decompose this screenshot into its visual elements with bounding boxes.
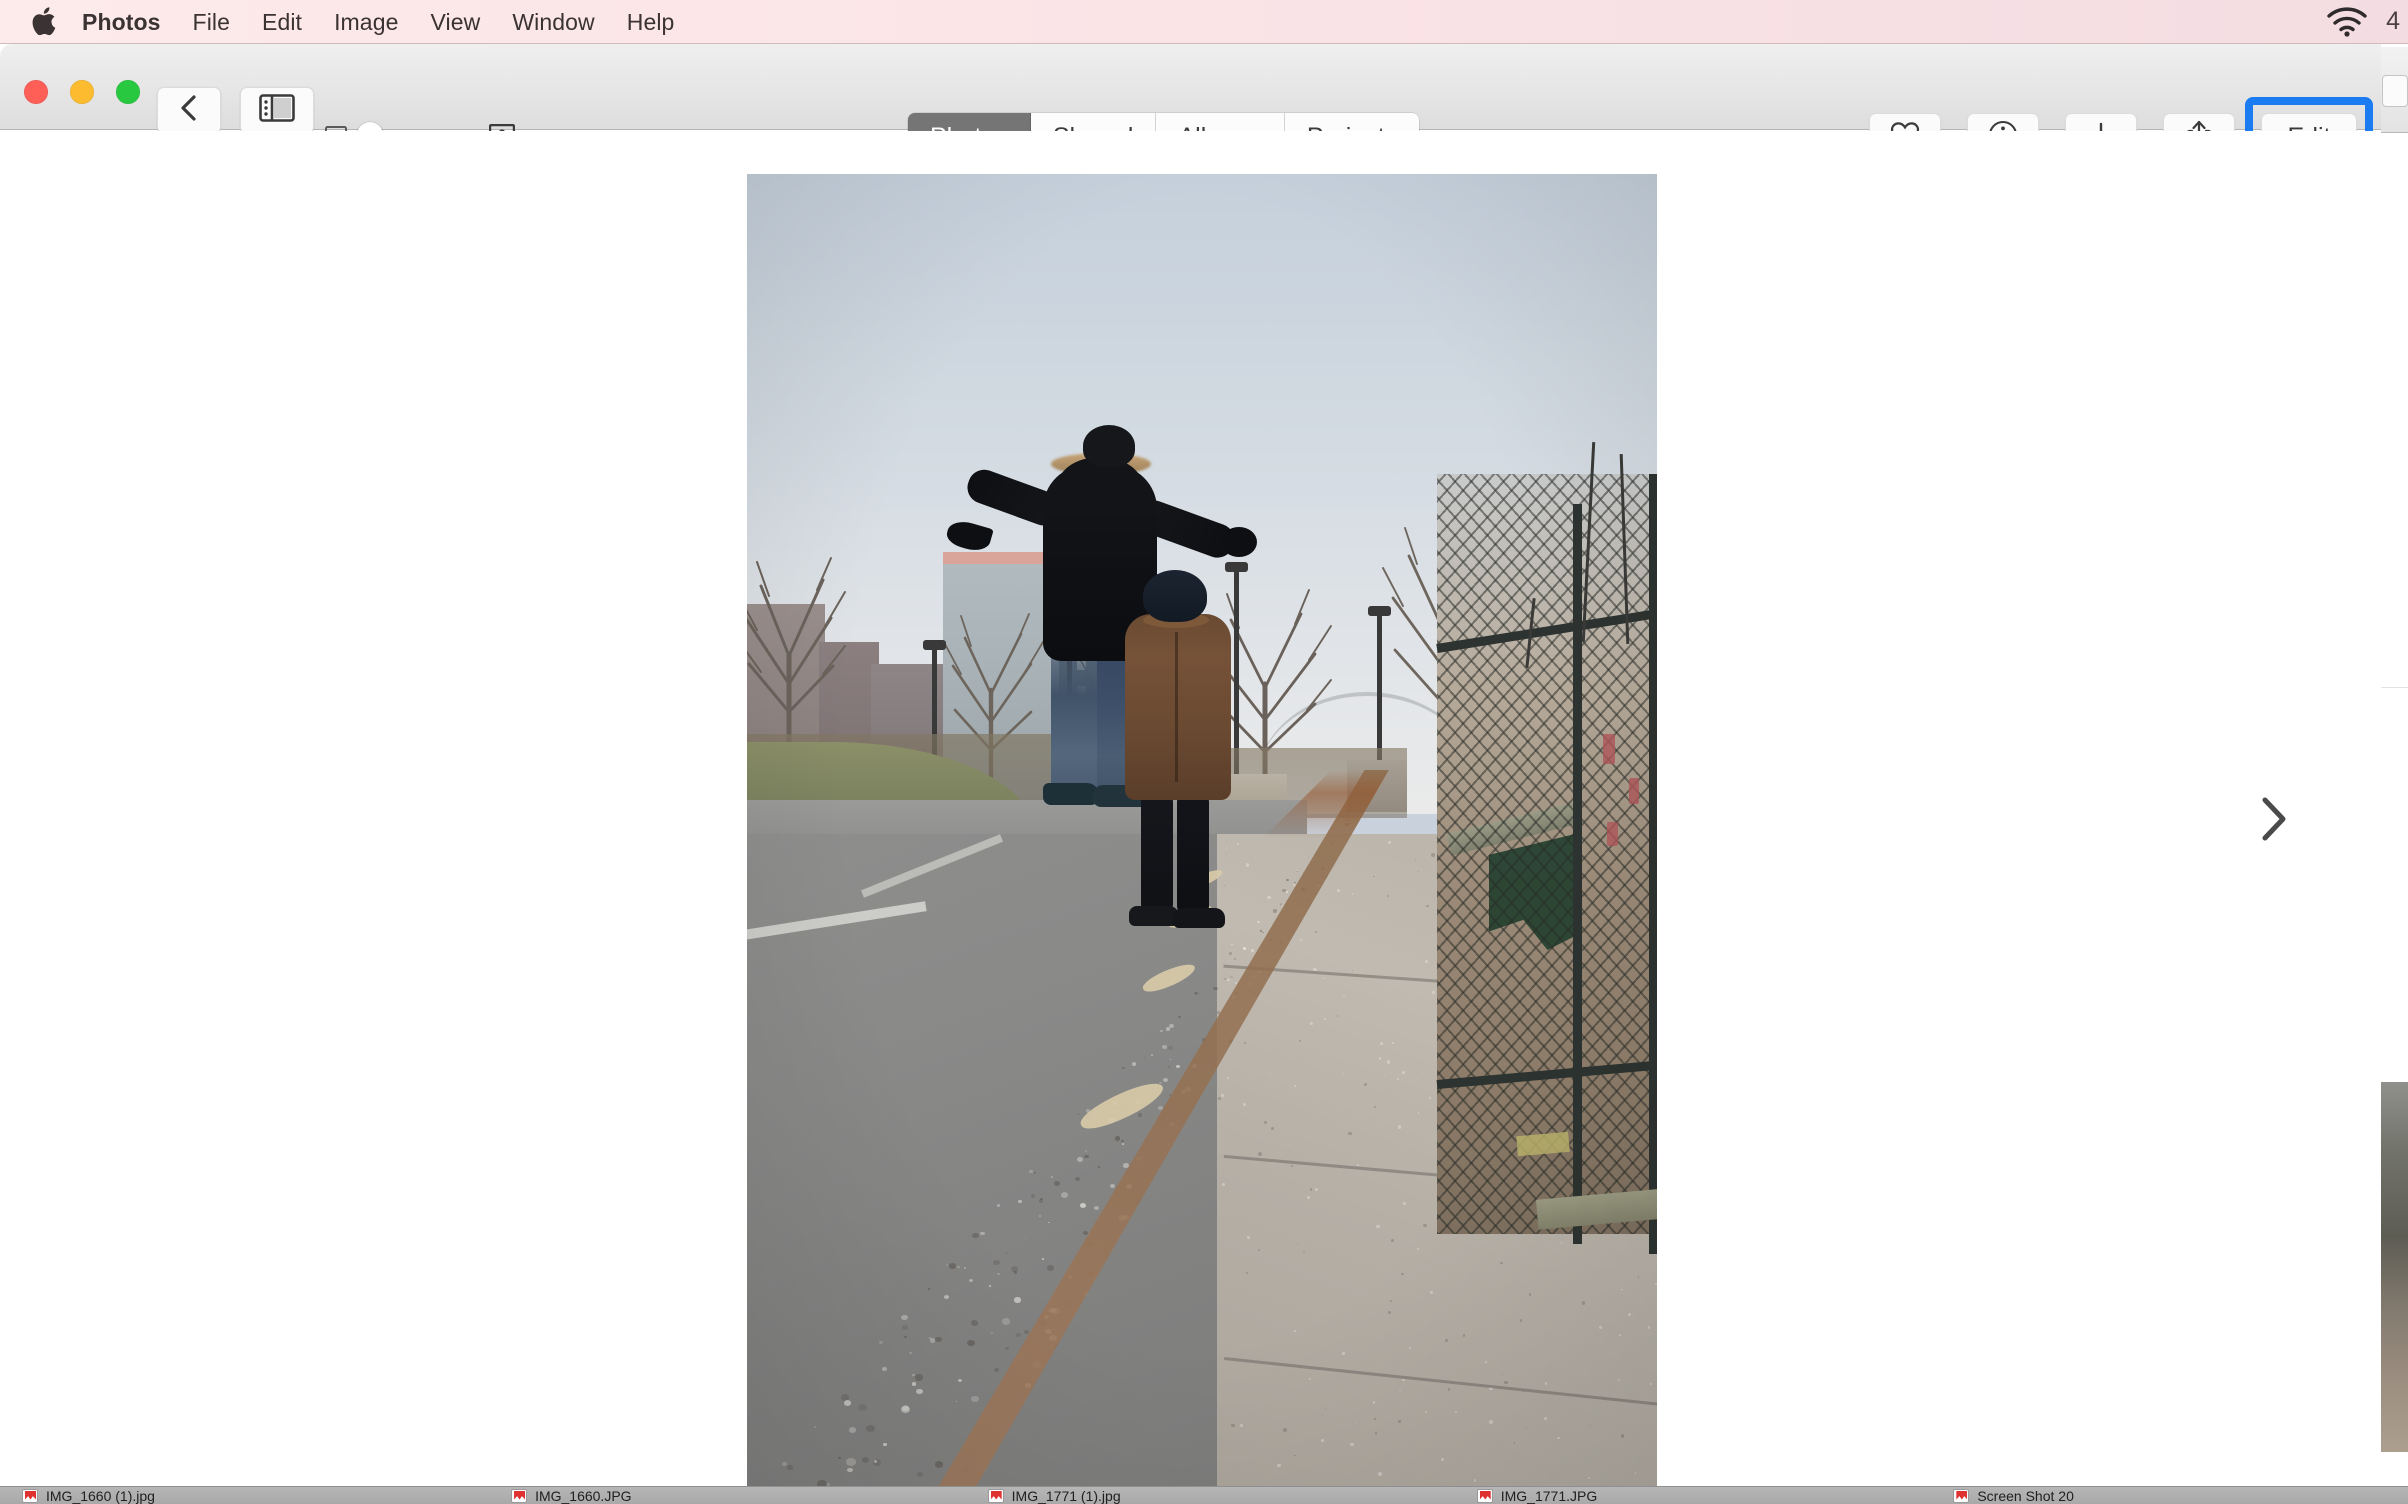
menu-image[interactable]: Image [318, 0, 414, 44]
apple-logo-icon[interactable] [22, 5, 68, 38]
image-file-icon [511, 1489, 527, 1503]
back-button[interactable] [157, 87, 221, 134]
image-file-icon [988, 1489, 1004, 1503]
photo-image [747, 174, 1657, 1504]
photo-viewer-content [0, 131, 2381, 1504]
mac-menu-bar: Photos File Edit Image View Window Help … [0, 0, 2408, 44]
menu-file[interactable]: File [177, 0, 246, 44]
menu-edit[interactable]: Edit [246, 0, 318, 44]
background-window-button[interactable] [2382, 75, 2408, 107]
download-item-name: IMG_1660 (1).jpg [46, 1487, 155, 1504]
download-item-name: IMG_1660.JPG [535, 1487, 632, 1504]
photos-toolbar: Photos Shared Albums Projects [0, 44, 2381, 130]
next-photo-button[interactable] [2241, 789, 2305, 853]
window-traffic-lights [24, 80, 140, 104]
sidebar-toggle-button[interactable] [240, 87, 314, 134]
chevron-right-icon [2256, 795, 2290, 848]
photos-window: Photos Shared Albums Projects [0, 44, 2381, 1504]
wifi-icon[interactable] [2326, 7, 2368, 37]
menu-bar-clipped-status: 4 [2386, 7, 2400, 36]
photo-vignette [747, 174, 1657, 1504]
zoom-window-button[interactable] [116, 80, 140, 104]
menu-bar-items: Photos File Edit Image View Window Help [0, 0, 690, 43]
menu-window[interactable]: Window [496, 0, 610, 44]
image-file-icon [1953, 1489, 1969, 1503]
menu-view[interactable]: View [415, 0, 497, 44]
download-item[interactable]: IMG_1771 (1).jpg [988, 1487, 1121, 1504]
image-file-icon [22, 1489, 38, 1503]
download-item[interactable]: IMG_1771.JPG [1477, 1487, 1598, 1504]
image-file-icon [1477, 1489, 1493, 1503]
download-item[interactable]: Screen Shot 20 [1953, 1487, 2074, 1504]
minimize-window-button[interactable] [70, 80, 94, 104]
download-item-name: IMG_1771 (1).jpg [1012, 1487, 1121, 1504]
download-item[interactable]: IMG_1660 (1).jpg [22, 1487, 155, 1504]
menu-help[interactable]: Help [611, 0, 691, 44]
menu-bar-status: 4 [2326, 0, 2408, 43]
download-bar: IMG_1660 (1).jpg IMG_1660.JPG IMG_1771 (… [0, 1486, 2408, 1504]
photo-frame[interactable] [747, 174, 1657, 1504]
desktop: Photos File Edit Image View Window Help … [0, 0, 2408, 1504]
download-item-name: Screen Shot 20 [1977, 1487, 2074, 1504]
download-item[interactable]: IMG_1660.JPG [511, 1487, 632, 1504]
download-item-name: IMG_1771.JPG [1501, 1487, 1598, 1504]
chevron-left-icon [178, 93, 200, 128]
close-window-button[interactable] [24, 80, 48, 104]
menu-photos[interactable]: Photos [76, 0, 177, 44]
sidebar-toggle-icon [259, 94, 295, 127]
